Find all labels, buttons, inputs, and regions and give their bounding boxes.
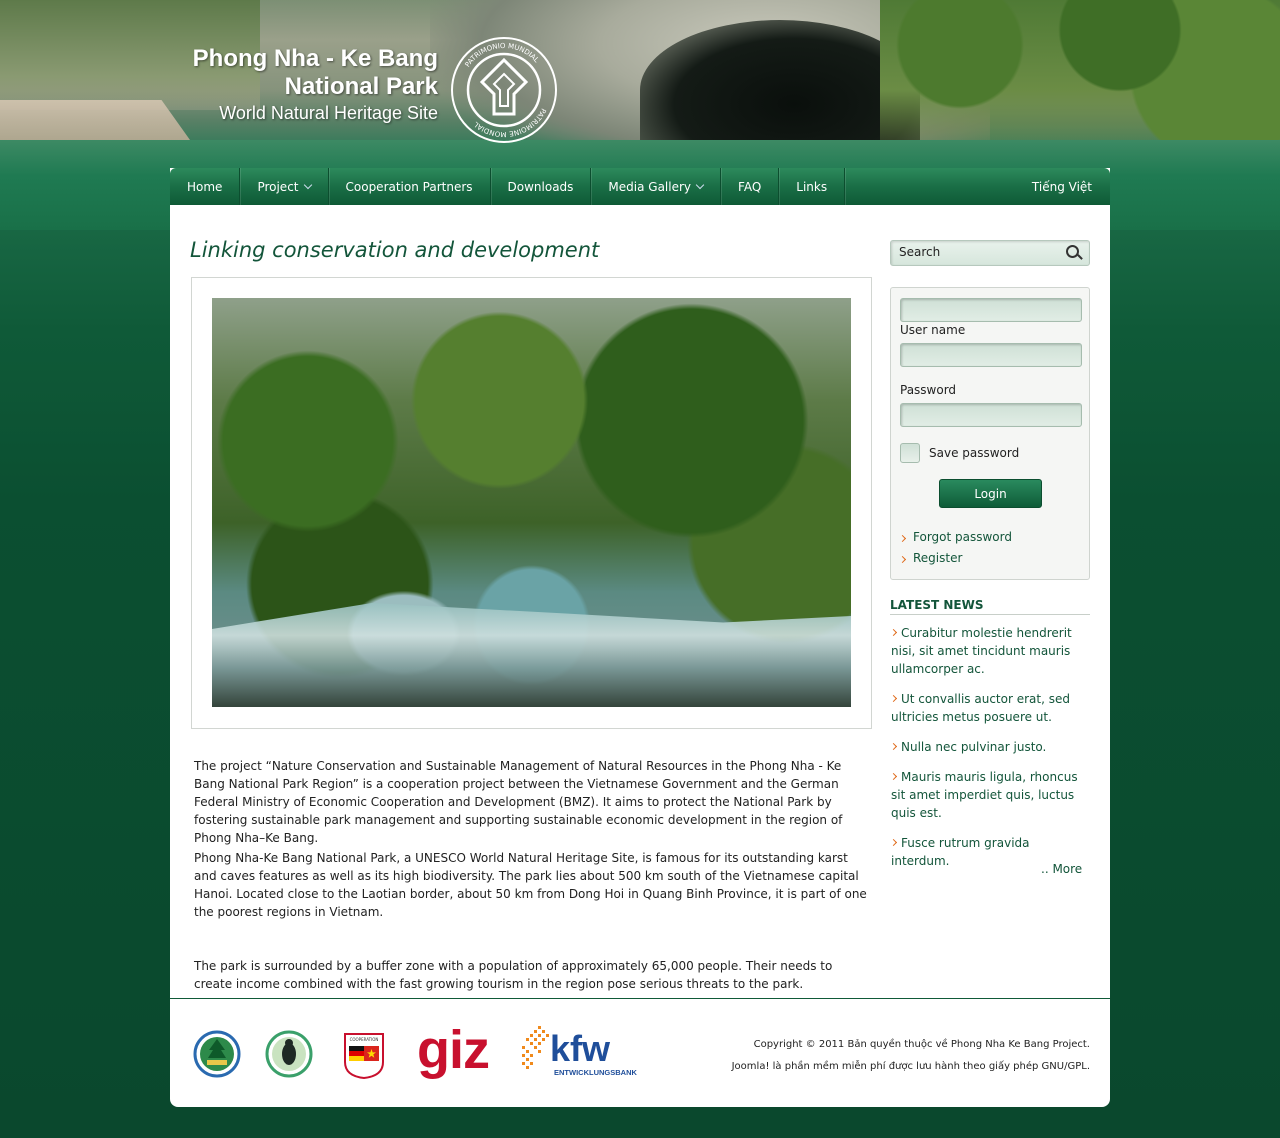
nav-item-label: Project [257,179,299,194]
search-input[interactable]: Search [899,245,940,259]
nav-list: Home Project Cooperation Partners Downloads… [170,168,1110,205]
forgot-password-label: Forgot password [913,530,1012,544]
nav-item-media-gallery[interactable]: Media Gallery [591,168,722,205]
latest-news-list: Curabitur molestie hendrerit nisi, sit a… [889,624,1091,882]
login-top-field[interactable] [900,298,1082,322]
news-item[interactable]: Mauris mauris ligula, rhoncus sit amet i… [889,768,1091,822]
giz-logo[interactable]: giz [417,1020,490,1080]
news-item-text: Mauris mauris ligula, rhoncus sit amet i… [891,770,1078,820]
arrow-right-icon [889,772,898,781]
site-title[interactable]: Phong Nha - Ke Bang National Park World … [180,45,438,125]
arrow-right-icon [889,838,898,847]
chevron-down-icon [695,180,705,189]
nav-item-label: Downloads [507,179,574,194]
register-link[interactable]: Register [898,551,963,565]
copyright-text: Copyright © 2011 Bản quyền thuộc về Phon… [753,1039,1090,1050]
forgot-password-link[interactable]: Forgot password [898,530,1012,544]
photo-river [212,603,851,707]
national-park-logo-icon[interactable] [265,1030,313,1078]
banner-wall [0,100,190,140]
nav-item-label: Media Gallery [608,179,692,194]
page-headline: Linking conservation and development [190,238,600,262]
search-box[interactable]: Search [890,240,1090,266]
arrow-right-icon [898,555,907,564]
language-switch[interactable]: Tiếng Việt [1032,168,1092,205]
kfw-wordmark: kfw [550,1028,611,1069]
banner-forest-right [880,0,1280,150]
nav-item-label: Cooperation Partners [345,179,473,194]
footer-copyright: Copyright © 2011 Bản quyền thuộc về Phon… [732,1034,1090,1078]
world-heritage-emblem-icon: PATRIMONIO MUNDIAL PATRIMOINE MONDIAL [451,37,557,143]
username-label: User name [900,323,966,337]
password-field[interactable] [900,403,1082,427]
news-item-text: Curabitur molestie hendrerit nisi, sit a… [891,626,1072,676]
ministry-logo-icon[interactable] [193,1030,241,1078]
kfw-subtitle: ENTWICKLUNGSBANK [554,1068,637,1077]
remember-checkbox[interactable] [900,443,920,463]
featured-image-river-forest [212,298,851,707]
article-paragraph: Phong Nha-Ke Bang National Park, a UNESC… [194,851,867,919]
nav-item-faq[interactable]: FAQ [721,168,780,205]
article-paragraph: The project “Nature Conservation and Sus… [194,759,843,845]
login-button[interactable]: Login [939,479,1042,508]
arrow-right-icon [889,694,898,703]
footer-divider [170,998,1110,999]
arrow-right-icon [889,628,898,637]
nav-item-home[interactable]: Home [170,168,241,205]
kfw-logo[interactable]: kfw ENTWICKLUNGSBANK [520,1024,650,1080]
featured-image-frame [191,277,872,729]
news-item-text: Ut convallis auctor erat, sed ultricies … [891,692,1070,724]
news-more-link[interactable]: .. More [1041,862,1082,876]
site-title-line1: Phong Nha - Ke Bang [192,45,438,72]
news-item-text: Nulla nec pulvinar justo. [901,740,1047,754]
nav-item-label: Home [187,179,223,194]
login-panel: User name Password Save password Login F… [890,287,1090,580]
site-title-line2: National Park [284,73,438,100]
arrow-right-icon [898,534,907,543]
news-item[interactable]: Curabitur molestie hendrerit nisi, sit a… [889,624,1091,678]
arrow-right-icon [889,742,898,751]
svg-text:COOPERATION: COOPERATION [350,1037,379,1042]
news-item[interactable]: Nulla nec pulvinar justo. [889,738,1091,756]
news-item[interactable]: Ut convallis auctor erat, sed ultricies … [889,690,1091,726]
nav-item-project[interactable]: Project [240,168,329,205]
nav-item-cooperation-partners[interactable]: Cooperation Partners [329,168,491,205]
nav-item-links[interactable]: Links [779,168,846,205]
register-label: Register [913,551,963,565]
remember-label: Save password [929,446,1020,460]
password-label: Password [900,383,957,397]
news-item-text: Fusce rutrum gravida interdum. [891,836,1030,868]
main-nav: Home Project Cooperation Partners Downloads… [170,168,1110,205]
article-paragraph: The park is surrounded by a buffer zone … [194,959,833,991]
main-container: Home Project Cooperation Partners Downloads… [170,168,1110,1107]
search-icon[interactable] [1066,245,1079,258]
nav-item-label: Links [796,179,828,194]
svg-text:PATRIMOINE MONDIAL: PATRIMOINE MONDIAL [472,107,547,138]
german-vietnamese-cooperation-logo-icon[interactable]: COOPERATION [343,1032,385,1080]
banner-cave [640,20,920,160]
kfw-dots-icon [522,1026,549,1069]
nav-item-downloads[interactable]: Downloads [491,168,592,205]
latest-news-heading: LATEST NEWS [890,598,1090,615]
article-body: The project “Nature Conservation and Sus… [194,757,874,993]
site-subtitle: World Natural Heritage Site [219,103,438,123]
chevron-down-icon [303,180,312,189]
license-text: Joomla! là phần mềm miễn phí được lưu hà… [731,1061,1090,1072]
nav-item-label: FAQ [738,179,762,194]
username-field[interactable] [900,343,1082,367]
